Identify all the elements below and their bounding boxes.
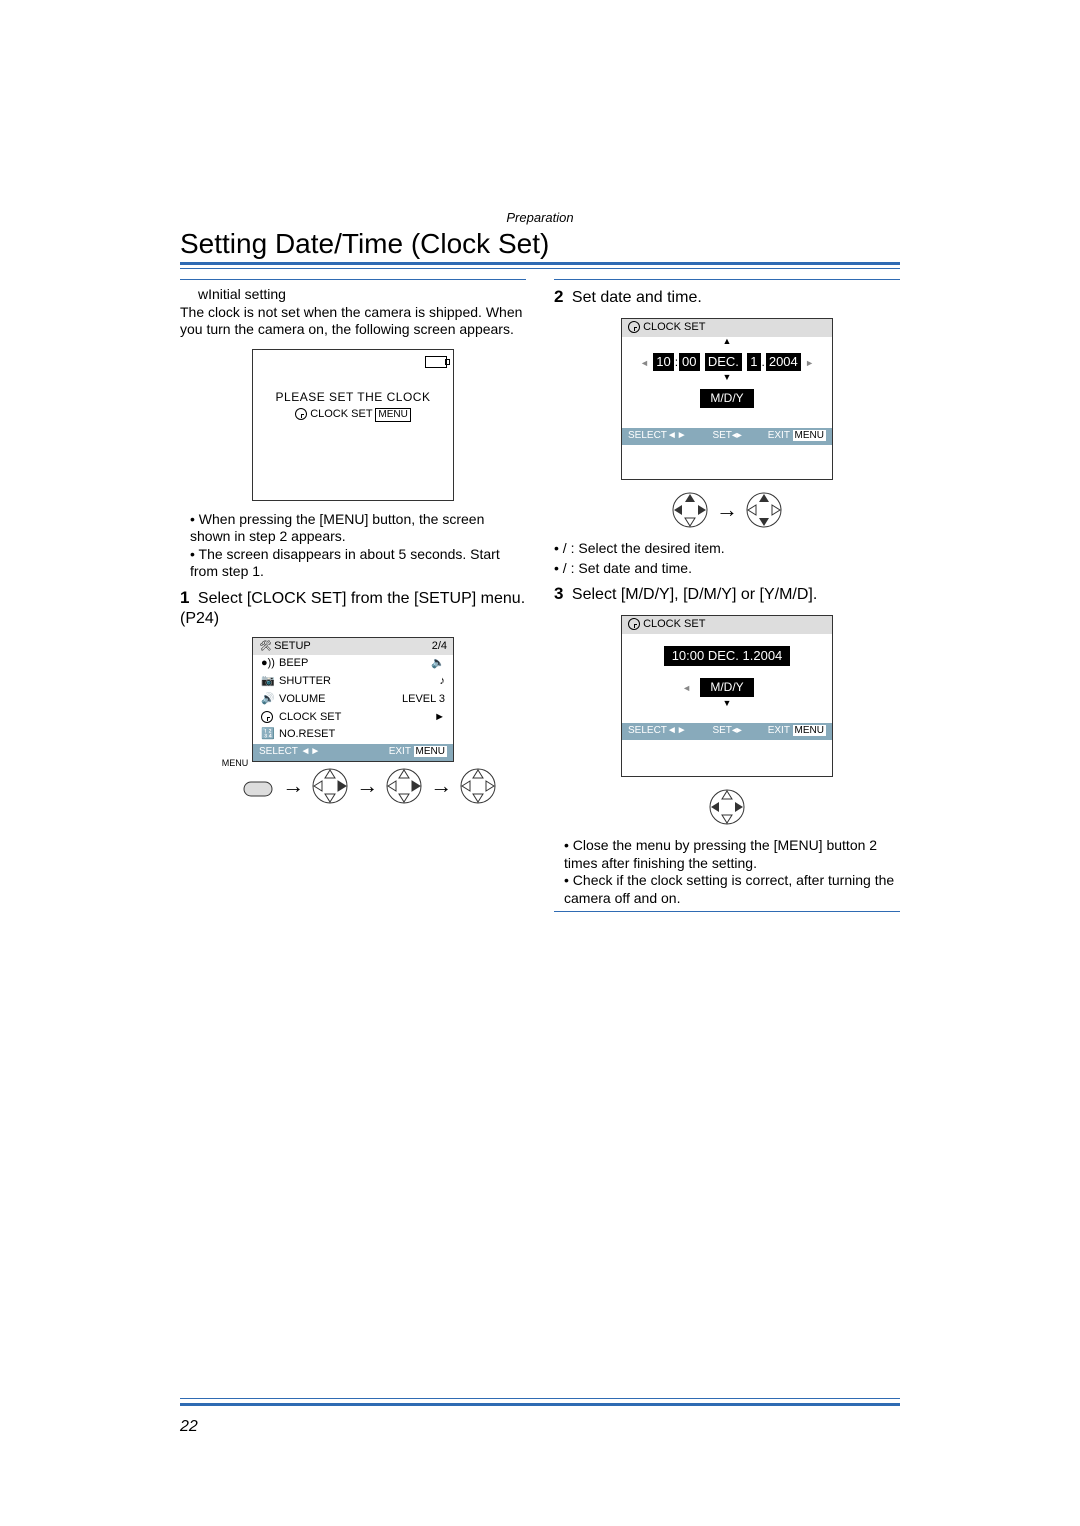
prompt-msg: PLEASE SET THE CLOCK xyxy=(253,390,453,405)
section-heading: Preparation xyxy=(180,210,900,225)
volume-icon: 🔊 xyxy=(261,693,273,707)
intro-text: The clock is not set when the camera is … xyxy=(180,304,526,339)
cs-title-b: CLOCK SET xyxy=(643,618,705,630)
step3-text: Select [M/D/Y], [D/M/Y] or [Y/M/D]. xyxy=(572,586,817,603)
page-number: 22 xyxy=(180,1418,198,1436)
setup-foot-menu: MENU xyxy=(414,746,447,757)
closing-note-1: Close the menu by pressing the [MENU] bu… xyxy=(564,837,900,872)
left-arrow-icon xyxy=(640,355,649,369)
right-arrow-icon xyxy=(805,355,814,369)
field-hh: 10 xyxy=(653,353,673,371)
prompt-clock-screen: PLEASE SET THE CLOCK CLOCK SET MENU xyxy=(252,349,454,501)
field-mon: DEC. xyxy=(705,353,742,371)
setup-foot-select: SELECT xyxy=(259,746,298,757)
down-arrow-icon xyxy=(723,698,732,709)
step2-text: Set date and time. xyxy=(572,289,702,306)
format-a: M/D/Y xyxy=(700,389,753,408)
menu-button-label: MENU xyxy=(222,758,249,769)
dpad-icon xyxy=(310,766,350,806)
setup-page: 2/4 xyxy=(432,640,447,654)
shutter-icon: 📷 xyxy=(261,675,273,689)
title-rule xyxy=(180,262,900,269)
page-title: Setting Date/Time (Clock Set) xyxy=(180,228,900,260)
csa-foot-menu: MENU xyxy=(793,430,826,441)
row-shutter: SHUTTER xyxy=(279,675,434,689)
setup-title: SETUP xyxy=(274,640,311,652)
csa-foot-exit: EXIT xyxy=(768,430,790,441)
joypad-sequence-3 xyxy=(554,787,900,827)
battery-icon xyxy=(425,356,447,368)
note-2: The screen disappears in about 5 seconds… xyxy=(190,546,526,581)
arrow-icon: → xyxy=(356,772,378,800)
datetime-line: 10:00 DEC. 1.2004 xyxy=(664,646,791,666)
row-noreset: NO.RESET xyxy=(279,728,445,742)
footer-rule xyxy=(180,1398,900,1406)
field-day: 1 xyxy=(747,353,760,371)
clock-set-screen-a: CLOCK SET 10:00 DEC. 1.2004 M/D/Y SELECT… xyxy=(621,318,833,480)
clockset-arrow: ► xyxy=(434,711,445,725)
dpad-icon xyxy=(384,766,424,806)
volume-value: LEVEL 3 xyxy=(402,693,445,707)
prompt-clock-set: CLOCK SET xyxy=(310,408,372,420)
step1-number: 1 xyxy=(180,588,189,607)
dpad-icon xyxy=(458,766,498,806)
field-mm: 00 xyxy=(679,353,699,371)
noreset-icon: 🔢 xyxy=(261,728,273,742)
cs-title-a: CLOCK SET xyxy=(643,321,705,333)
clockrow-icon xyxy=(261,711,273,723)
beep-icon: ●)) xyxy=(261,657,273,671)
joypad-sequence-1: MENU → → → xyxy=(180,766,526,806)
dpad-icon xyxy=(670,490,710,530)
row-volume: VOLUME xyxy=(279,693,396,707)
closing-note-2: Check if the clock setting is correct, a… xyxy=(564,872,900,907)
step3-number: 3 xyxy=(554,584,563,603)
setup-icon xyxy=(259,640,271,654)
menu-button-icon xyxy=(240,766,276,806)
step1-text: Select [CLOCK SET] from the [SETUP] menu… xyxy=(180,590,525,627)
step2-number: 2 xyxy=(554,287,563,306)
left-arrow-icon xyxy=(682,680,691,694)
down-arrow-icon xyxy=(723,372,732,383)
csb-foot-menu: MENU xyxy=(793,725,826,736)
arrow-icon: → xyxy=(716,496,738,524)
format-b: M/D/Y xyxy=(700,678,753,697)
csb-foot-exit: EXIT xyxy=(768,725,790,736)
joypad-sequence-2: → xyxy=(554,490,900,530)
menu-box-label: MENU xyxy=(375,408,410,423)
clock-icon xyxy=(628,618,640,630)
csb-foot-select: SELECT xyxy=(628,725,667,736)
clock-set-screen-b: CLOCK SET 10:00 DEC. 1.2004 M/D/Y SELECT… xyxy=(621,615,833,777)
shutter-value-icon: ♪ xyxy=(440,675,446,689)
row-clockset: CLOCK SET xyxy=(279,711,428,725)
note-1: When pressing the [MENU] button, the scr… xyxy=(190,511,526,546)
csb-foot-set: SET xyxy=(712,725,731,736)
up-arrow-icon xyxy=(723,336,732,347)
row-beep: BEEP xyxy=(279,657,425,671)
legend-1: / : Select the desired item. xyxy=(554,540,900,558)
clock-icon xyxy=(295,408,307,420)
csa-foot-set: SET xyxy=(712,430,731,441)
legend-2: / : Set date and time. xyxy=(554,560,900,578)
dpad-icon xyxy=(744,490,784,530)
arrow-icon: → xyxy=(282,772,304,800)
arrow-icon: → xyxy=(430,772,452,800)
clock-icon xyxy=(628,321,640,333)
field-year: 2004 xyxy=(766,353,801,371)
initial-setting-label: wInitial setting xyxy=(198,286,526,304)
csa-foot-select: SELECT xyxy=(628,430,667,441)
setup-foot-exit: EXIT xyxy=(389,746,411,757)
setup-menu-screen: SETUP 2/4 ●)) BEEP 🔈 📷 SHUTTER ♪ 🔊 VOLUME LEVE… xyxy=(252,637,454,762)
dpad-icon xyxy=(707,787,747,827)
beep-value-icon: 🔈 xyxy=(431,657,445,671)
